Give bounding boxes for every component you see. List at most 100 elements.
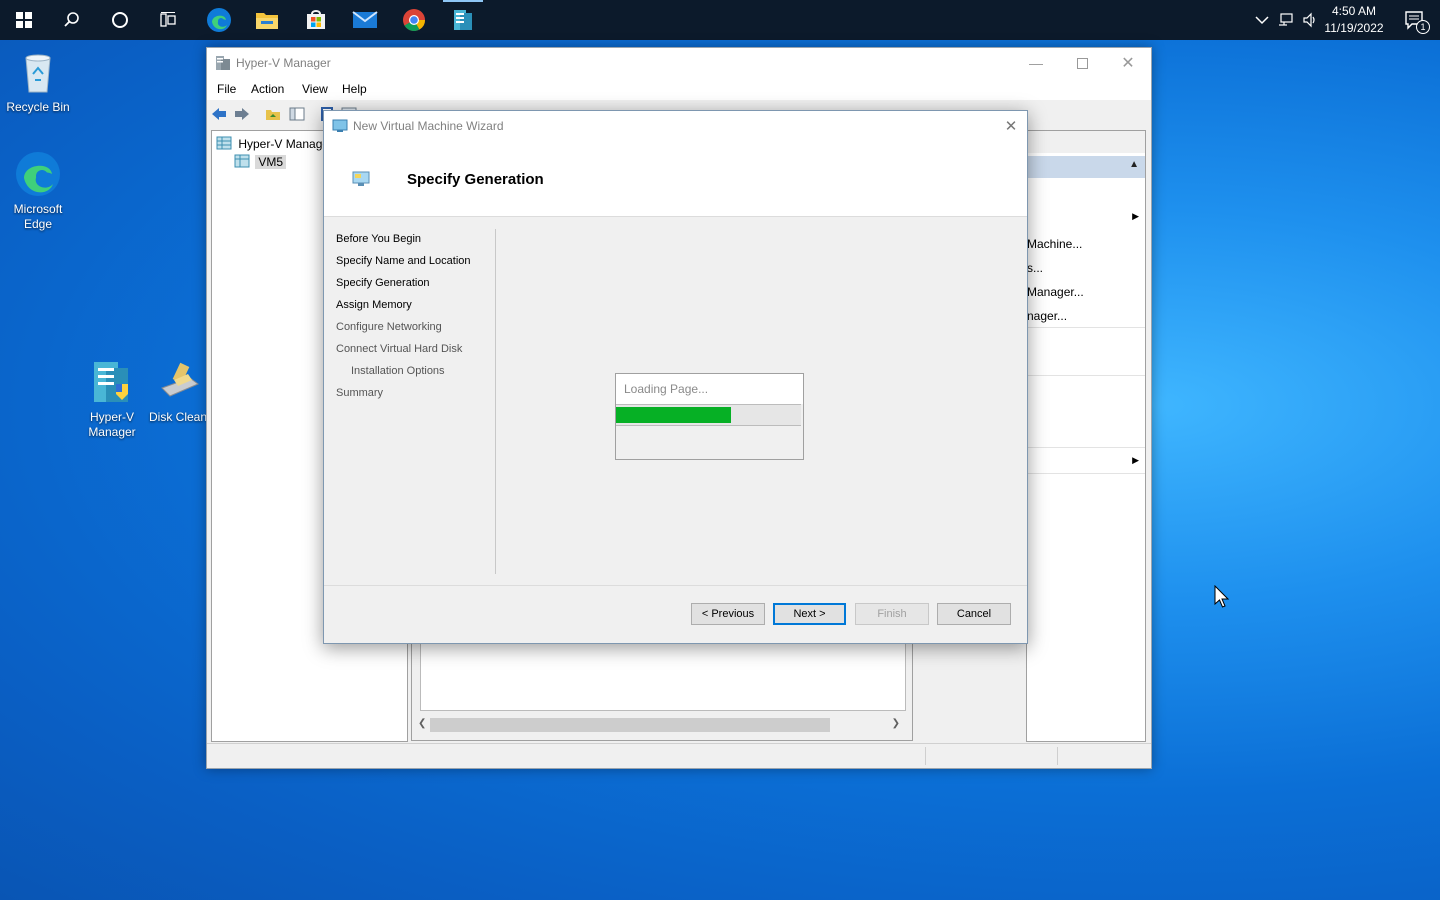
task-view-button[interactable] bbox=[144, 0, 192, 40]
desktop-icon-disk-cleanup[interactable]: Disk Clean bbox=[146, 358, 210, 425]
edge-icon bbox=[14, 150, 62, 198]
previous-button[interactable]: < Previous bbox=[691, 603, 765, 625]
hyperv-manager-icon bbox=[454, 10, 472, 30]
loading-text: Loading Page... bbox=[624, 382, 709, 396]
wizard-page-heading: Specify Generation bbox=[407, 171, 544, 188]
menu-action[interactable]: Action bbox=[251, 82, 284, 96]
wizard-step-configure-networking[interactable]: Configure Networking bbox=[336, 321, 442, 333]
mail-icon bbox=[352, 11, 378, 28]
desktop-icon-label: Hyper-V Manager bbox=[88, 410, 136, 439]
desktop-icon-recycle-bin[interactable]: Recycle Bin bbox=[0, 48, 76, 115]
collapse-up-icon[interactable]: ▲ bbox=[1129, 159, 1139, 170]
maximize-icon bbox=[1076, 57, 1088, 69]
network-icon[interactable] bbox=[1278, 12, 1294, 28]
horizontal-scrollbar[interactable]: ❮ ❯ bbox=[416, 716, 906, 734]
mouse-pointer-icon bbox=[1214, 585, 1230, 608]
chrome-icon bbox=[403, 9, 425, 31]
hyperv-manager-icon bbox=[88, 358, 136, 406]
actions-section-header[interactable]: ▲ bbox=[1027, 156, 1145, 178]
taskbar: 4:50 AM 11/19/2022 1 bbox=[0, 0, 1440, 40]
tree-root-hyperv-manager[interactable]: Hyper-V Manage bbox=[216, 136, 329, 151]
wizard-step-before-you-begin[interactable]: Before You Begin bbox=[336, 233, 421, 245]
cortana-button[interactable] bbox=[96, 0, 144, 40]
show-hide-console-tree-icon[interactable] bbox=[289, 106, 305, 122]
scroll-right-icon[interactable]: ❯ bbox=[892, 718, 900, 729]
taskbar-chrome[interactable] bbox=[390, 0, 438, 40]
new-vm-wizard-dialog: New Virtual Machine Wizard ✕ Specify Gen… bbox=[323, 110, 1028, 644]
action-center-button[interactable]: 1 bbox=[1404, 10, 1430, 34]
action-virtual-switch-manager[interactable]: Manager... bbox=[1027, 285, 1084, 299]
scroll-left-icon[interactable]: ❮ bbox=[418, 718, 426, 729]
next-button[interactable]: Next > bbox=[773, 603, 846, 625]
cortana-icon bbox=[112, 12, 128, 28]
wizard-title-bar[interactable]: New Virtual Machine Wizard ✕ bbox=[324, 111, 1027, 141]
menu-help[interactable]: Help bbox=[342, 82, 367, 96]
store-icon bbox=[307, 10, 325, 29]
show-hidden-icons-chevron-icon[interactable] bbox=[1254, 12, 1270, 28]
notification-count-badge: 1 bbox=[1416, 20, 1430, 34]
close-button[interactable]: ✕ bbox=[1105, 48, 1151, 78]
search-button[interactable] bbox=[48, 0, 96, 40]
up-folder-icon[interactable] bbox=[265, 106, 281, 122]
taskbar-store[interactable] bbox=[292, 0, 340, 40]
tree-root-label: Hyper-V Manage bbox=[238, 137, 330, 151]
windows-logo-icon bbox=[16, 12, 32, 28]
taskbar-file-explorer[interactable] bbox=[243, 0, 291, 40]
menu-file[interactable]: File bbox=[217, 82, 236, 96]
desktop-icon-microsoft-edge[interactable]: Microsoft Edge bbox=[0, 150, 76, 232]
file-explorer-icon bbox=[256, 13, 278, 29]
hyperv-title-bar[interactable]: Hyper-V Manager — ✕ bbox=[207, 48, 1151, 78]
taskbar-hyperv-manager[interactable] bbox=[439, 0, 487, 40]
volume-icon[interactable] bbox=[1302, 12, 1318, 28]
tree-item-vm5[interactable]: VM5 bbox=[234, 154, 287, 169]
system-tray: 4:50 AM 11/19/2022 1 bbox=[1240, 0, 1440, 40]
clock[interactable]: 4:50 AM 11/19/2022 bbox=[1318, 3, 1390, 37]
minimize-button[interactable]: — bbox=[1013, 48, 1059, 78]
hyperv-actions-pane: ▲ ▶ Machine... s... Manager... nager... … bbox=[1026, 130, 1146, 742]
disk-cleanup-icon bbox=[154, 358, 202, 406]
wizard-step-installation-options[interactable]: Installation Options bbox=[351, 365, 445, 377]
minimize-icon: — bbox=[1029, 55, 1043, 71]
wizard-step-name-location[interactable]: Specify Name and Location bbox=[336, 255, 471, 267]
loading-label-area: Loading Page... bbox=[616, 374, 803, 404]
action-virtual-san-manager[interactable]: nager... bbox=[1027, 309, 1067, 323]
close-icon: ✕ bbox=[1004, 118, 1018, 135]
desktop-icon-label: Disk Clean bbox=[148, 410, 208, 424]
wizard-step-specify-generation[interactable]: Specify Generation bbox=[336, 277, 430, 289]
taskbar-mail[interactable] bbox=[341, 0, 389, 40]
wizard-step-connect-vhd[interactable]: Connect Virtual Hard Disk bbox=[336, 343, 462, 355]
scrollbar-thumb[interactable] bbox=[430, 718, 830, 732]
action-new-virtual-machine[interactable]: Machine... bbox=[1027, 237, 1082, 251]
wizard-footer-divider bbox=[324, 585, 1027, 586]
virtual-machine-icon bbox=[352, 171, 370, 186]
tree-item-label: VM5 bbox=[255, 155, 287, 169]
taskbar-edge[interactable] bbox=[195, 0, 243, 40]
wizard-step-summary[interactable]: Summary bbox=[336, 387, 383, 399]
wizard-steps-divider bbox=[495, 229, 496, 574]
details-list bbox=[420, 644, 906, 711]
finish-button[interactable]: Finish bbox=[855, 603, 929, 625]
desktop-icon-hyperv-manager[interactable]: Hyper-V Manager bbox=[74, 358, 150, 440]
maximize-button[interactable] bbox=[1059, 48, 1105, 78]
action-settings[interactable]: s... bbox=[1027, 261, 1043, 275]
submenu-arrow-icon: ▶ bbox=[1132, 455, 1139, 465]
back-arrow-icon[interactable] bbox=[211, 106, 227, 122]
wizard-close-button[interactable]: ✕ bbox=[995, 111, 1027, 141]
menu-view[interactable]: View bbox=[302, 82, 328, 96]
forward-arrow-icon[interactable] bbox=[234, 106, 250, 122]
hyperv-window-title: Hyper-V Manager bbox=[236, 56, 331, 70]
actions-divider bbox=[1027, 375, 1145, 376]
clock-date: 11/19/2022 bbox=[1324, 21, 1384, 35]
status-divider bbox=[1057, 747, 1058, 765]
start-button[interactable] bbox=[0, 0, 48, 40]
search-icon bbox=[64, 12, 79, 27]
actions-divider bbox=[1027, 447, 1145, 448]
wizard-step-assign-memory[interactable]: Assign Memory bbox=[336, 299, 412, 311]
host-server-icon bbox=[234, 154, 250, 168]
hyperv-server-icon bbox=[216, 136, 232, 150]
loading-progress-fill bbox=[616, 407, 731, 423]
cancel-button[interactable]: Cancel bbox=[937, 603, 1011, 625]
desktop-icon-label: Microsoft Edge bbox=[13, 202, 63, 231]
wizard-header: Specify Generation bbox=[324, 141, 1027, 217]
close-icon: ✕ bbox=[1121, 55, 1135, 72]
